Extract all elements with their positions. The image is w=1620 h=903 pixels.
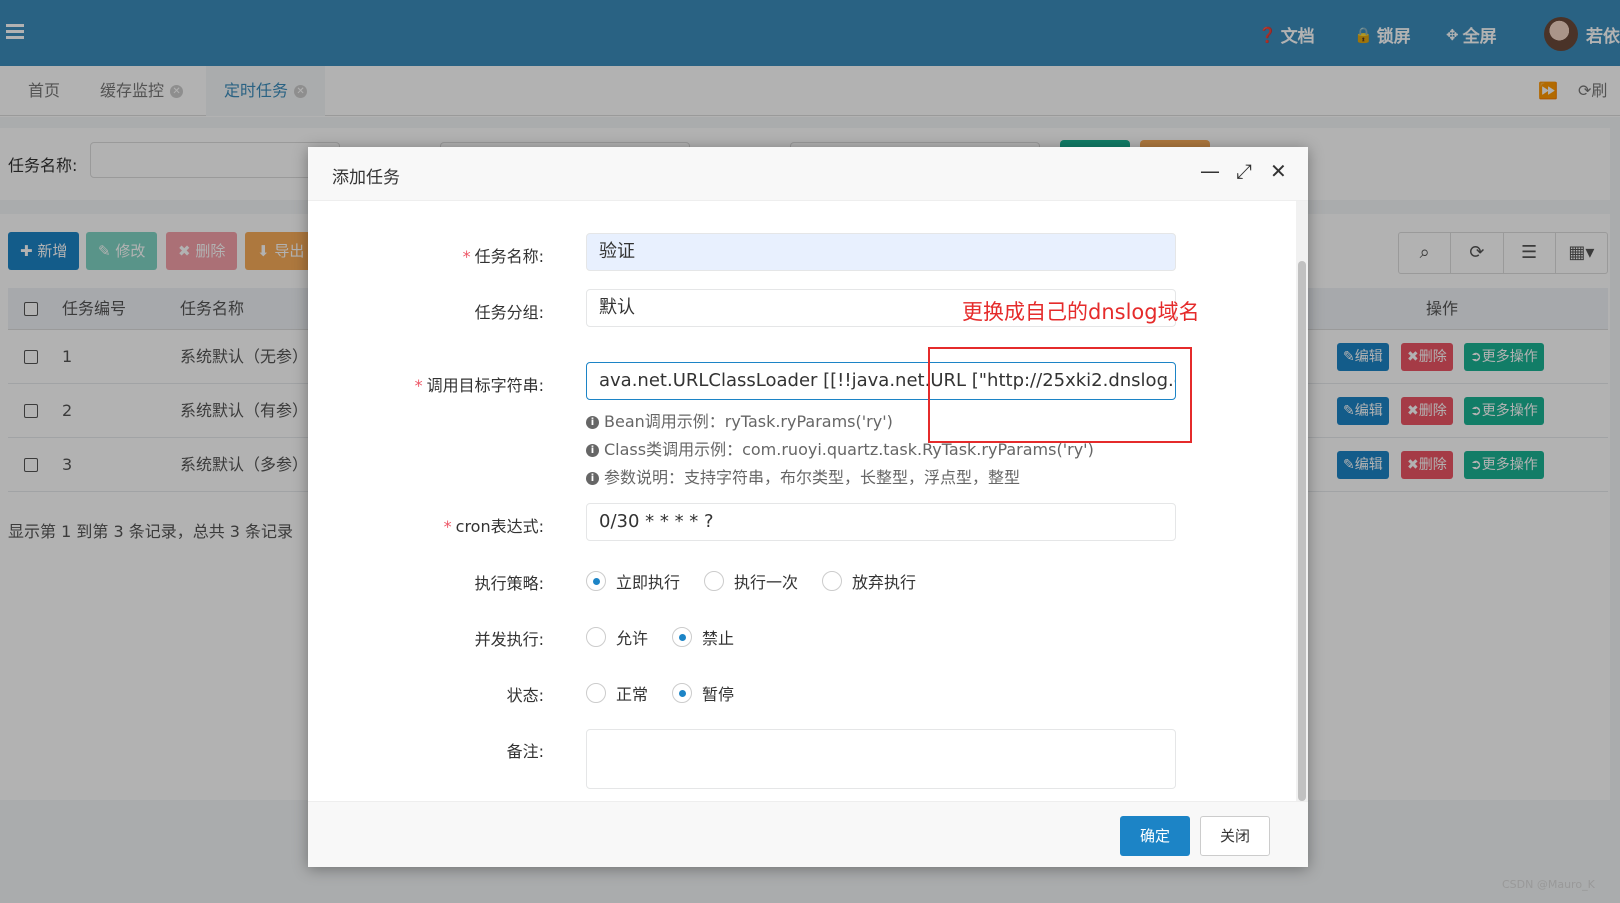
info-icon: i	[586, 472, 599, 485]
status-radio-group: 正常 暂停	[586, 681, 758, 705]
annotation-highlight-box	[928, 347, 1192, 443]
add-job-dialog: 添加任务 — ⤢ ✕ * 任务名称: 验证 任务分组: 默认 * 调用目标字符串: …	[308, 147, 1308, 867]
close-icon[interactable]: ✕	[1270, 159, 1287, 183]
job-name-input[interactable]: 验证	[586, 233, 1176, 271]
policy-radio-group: 立即执行 执行一次 放弃执行	[586, 569, 940, 593]
radio	[822, 571, 843, 591]
job-name-label: * 任务名称:	[462, 247, 544, 266]
policy-label: 执行策略:	[474, 574, 544, 593]
annotation-note: 更换成自己的dnslog域名	[962, 300, 1200, 324]
job-group-label: 任务分组:	[474, 303, 544, 322]
dialog-header: 添加任务 — ⤢ ✕	[308, 147, 1308, 201]
maximize-icon[interactable]: ⤢	[1236, 159, 1252, 183]
remark-label: 备注:	[506, 742, 544, 761]
radio	[586, 683, 606, 703]
status-normal[interactable]: 正常	[586, 681, 648, 705]
info-icon: i	[586, 444, 599, 457]
confirm-button[interactable]: 确定	[1120, 816, 1190, 856]
policy-once[interactable]: 执行一次	[704, 569, 798, 593]
info-icon: i	[586, 416, 599, 429]
concurrent-radio-group: 允许 禁止	[586, 625, 758, 649]
policy-immediate[interactable]: 立即执行	[586, 569, 680, 593]
radio-checked	[672, 683, 693, 703]
radio-checked	[586, 571, 606, 591]
dialog-title: 添加任务	[332, 168, 400, 188]
status-label: 状态:	[506, 686, 544, 705]
dialog-scrollbar[interactable]	[1296, 201, 1308, 801]
minimize-icon[interactable]: —	[1200, 159, 1220, 183]
concurrent-label: 并发执行:	[474, 630, 544, 649]
invoke-target-label: * 调用目标字符串:	[414, 376, 544, 395]
scrollbar-thumb[interactable]	[1298, 261, 1306, 801]
policy-abandon[interactable]: 放弃执行	[822, 569, 916, 593]
watermark: CSDN @Mauro_K	[1502, 878, 1595, 891]
hint-params: i 参数说明：支持字符串，布尔类型，长整型，浮点型，整型	[586, 464, 1020, 488]
radio	[704, 571, 725, 591]
remark-textarea[interactable]	[586, 729, 1176, 789]
dialog-footer: 确定 关闭	[308, 801, 1308, 867]
status-paused[interactable]: 暂停	[672, 681, 734, 705]
dialog-body: * 任务名称: 验证 任务分组: 默认 * 调用目标字符串: ava.net.URL…	[308, 201, 1308, 801]
cron-label: * cron表达式:	[443, 517, 544, 536]
concurrent-forbid[interactable]: 禁止	[672, 625, 734, 649]
cron-input[interactable]: 0/30 * * * * ?	[586, 503, 1176, 541]
concurrent-allow[interactable]: 允许	[586, 625, 648, 649]
radio	[586, 627, 606, 647]
radio-checked	[672, 627, 693, 647]
close-button[interactable]: 关闭	[1200, 816, 1270, 856]
hint-bean: i Bean调用示例：ryTask.ryParams('ry')	[586, 408, 893, 432]
